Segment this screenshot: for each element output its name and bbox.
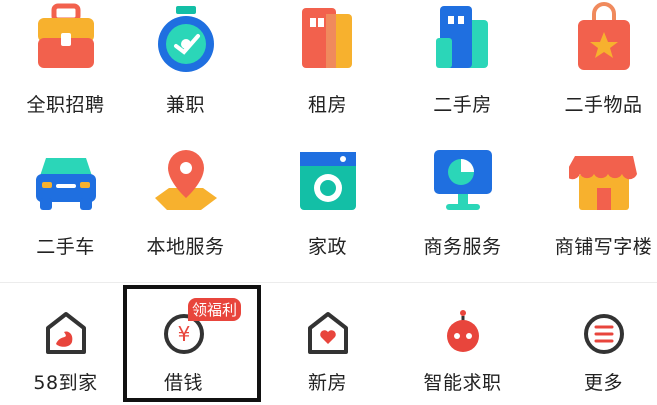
swan-house-icon xyxy=(45,312,86,354)
bottom-item-58-daojia[interactable]: 58到家 xyxy=(0,286,131,402)
grid-item-business-services[interactable]: 商务服务 xyxy=(397,140,528,260)
selection-highlight xyxy=(123,285,261,402)
grid-item-fulltime-jobs[interactable]: 全职招聘 xyxy=(0,0,131,120)
grid-item-label: 商铺写字楼 xyxy=(554,236,653,258)
grid-item-label: 商务服务 xyxy=(423,236,502,258)
stopwatch-icon xyxy=(157,6,214,72)
bottom-item-label: 58到家 xyxy=(33,372,98,394)
grid-item-housekeeping[interactable]: 家政 xyxy=(262,140,393,260)
grid-item-label: 兼职 xyxy=(165,94,205,116)
heart-house-icon xyxy=(307,312,348,354)
grid-item-rent[interactable]: 租房 xyxy=(262,0,393,120)
grid-item-used-car[interactable]: 二手车 xyxy=(0,140,131,260)
grid-item-local-services[interactable]: 本地服务 xyxy=(120,140,251,260)
bottom-item-label: 新房 xyxy=(307,372,347,394)
tower-icon xyxy=(435,6,488,68)
grid-item-label: 租房 xyxy=(307,94,347,116)
section-divider xyxy=(0,282,657,283)
grid-item-label: 家政 xyxy=(307,236,347,258)
briefcase-icon xyxy=(37,3,94,68)
grid-item-shops-offices[interactable]: 商铺写字楼 xyxy=(538,140,657,260)
grid-item-label: 本地服务 xyxy=(146,236,225,258)
grid-item-parttime[interactable]: 兼职 xyxy=(120,0,251,120)
bottom-item-label: 更多 xyxy=(583,372,623,394)
building-icon xyxy=(301,8,352,68)
washing-machine-icon xyxy=(299,152,356,210)
map-pin-icon xyxy=(154,150,217,210)
grid-item-second-hand-house[interactable]: 二手房 xyxy=(397,0,528,120)
grid-item-label: 全职招聘 xyxy=(26,94,105,116)
robot-icon xyxy=(446,310,479,352)
car-icon xyxy=(35,158,96,210)
bottom-item-new-house[interactable]: 新房 xyxy=(262,286,393,402)
grid-item-label: 二手物品 xyxy=(564,94,643,116)
shopping-bag-icon xyxy=(577,2,630,70)
monitor-chart-icon xyxy=(433,150,492,210)
bottom-item-smart-job-search[interactable]: 智能求职 xyxy=(397,286,528,402)
storefront-icon xyxy=(568,156,637,210)
grid-item-second-hand-goods[interactable]: 二手物品 xyxy=(538,0,657,120)
bottom-item-more[interactable]: 更多 xyxy=(538,286,657,402)
bottom-item-label: 智能求职 xyxy=(423,372,502,394)
grid-item-label: 二手车 xyxy=(36,236,95,258)
grid-item-label: 二手房 xyxy=(433,94,492,116)
more-menu-icon xyxy=(583,314,624,354)
